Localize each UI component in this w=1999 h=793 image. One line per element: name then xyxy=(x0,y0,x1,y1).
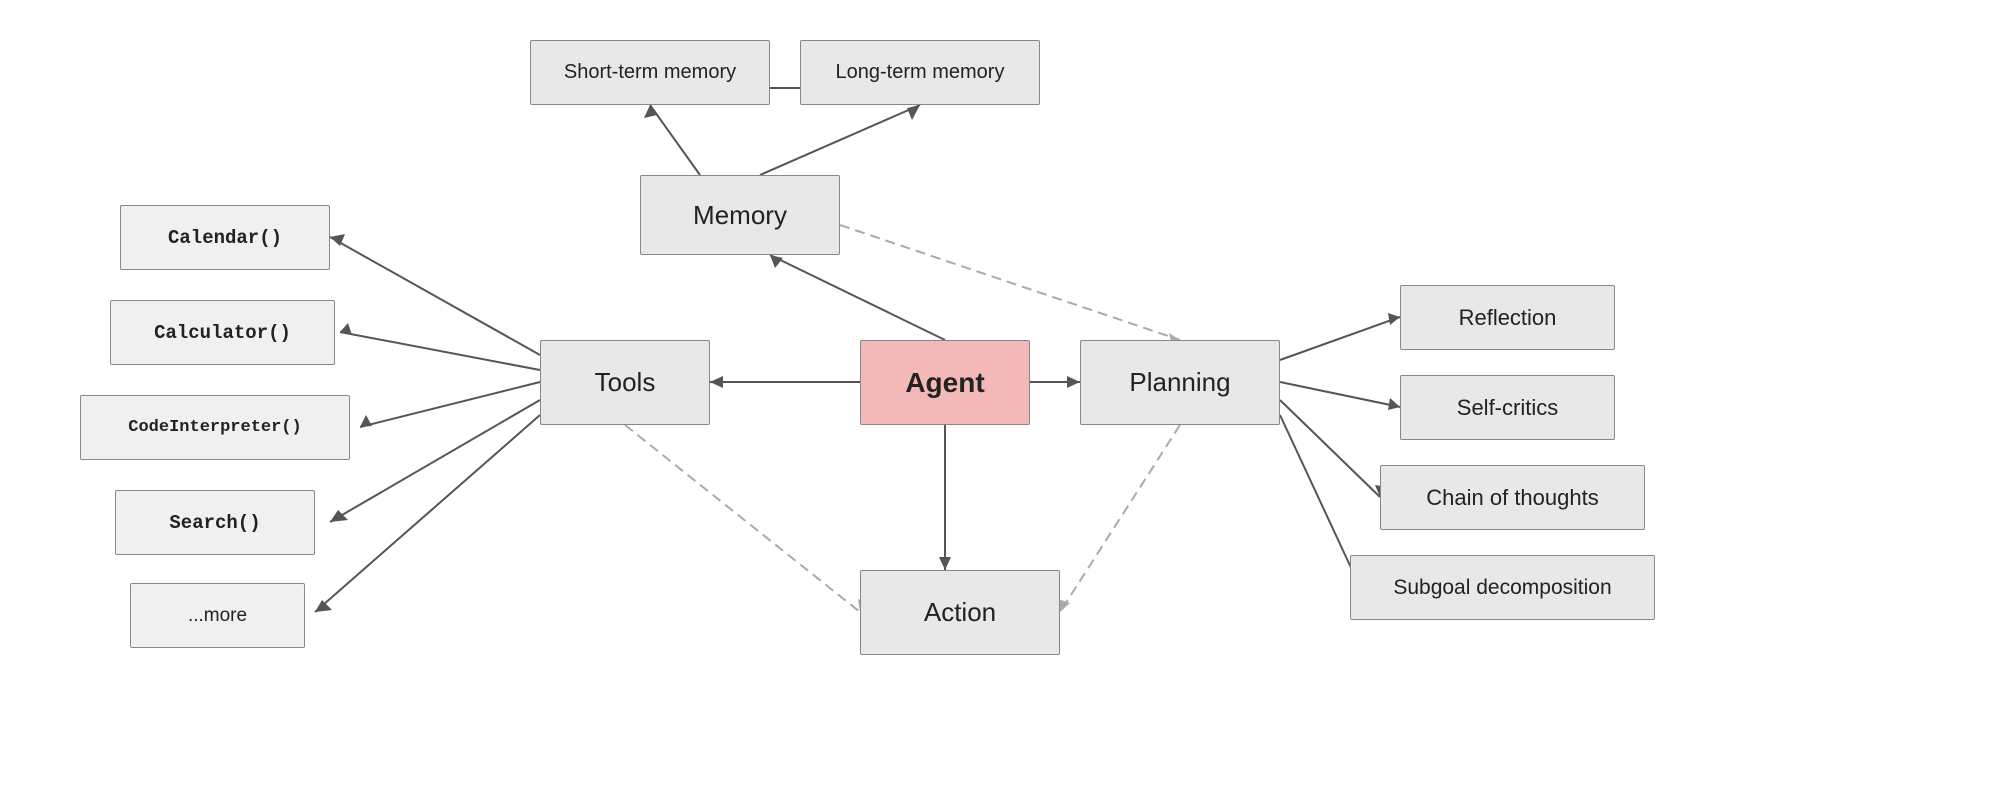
planning-box: Planning xyxy=(1080,340,1280,425)
tools-box: Tools xyxy=(540,340,710,425)
subgoal-decomposition-box: Subgoal decomposition xyxy=(1350,555,1655,620)
calendar-box: Calendar() xyxy=(120,205,330,270)
more-box: ...more xyxy=(130,583,305,648)
search-box: Search() xyxy=(115,490,315,555)
code-interpreter-box: CodeInterpreter() xyxy=(80,395,350,460)
chain-of-thoughts-box: Chain of thoughts xyxy=(1380,465,1645,530)
long-term-memory-box: Long-term memory xyxy=(800,40,1040,105)
agent-box: Agent xyxy=(860,340,1030,425)
self-critics-box: Self-critics xyxy=(1400,375,1615,440)
short-term-memory-box: Short-term memory xyxy=(530,40,770,105)
calculator-box: Calculator() xyxy=(110,300,335,365)
reflection-box: Reflection xyxy=(1400,285,1615,350)
memory-box: Memory xyxy=(640,175,840,255)
diagram: Short-term memory Long-term memory Memor… xyxy=(0,0,1999,793)
action-box: Action xyxy=(860,570,1060,655)
